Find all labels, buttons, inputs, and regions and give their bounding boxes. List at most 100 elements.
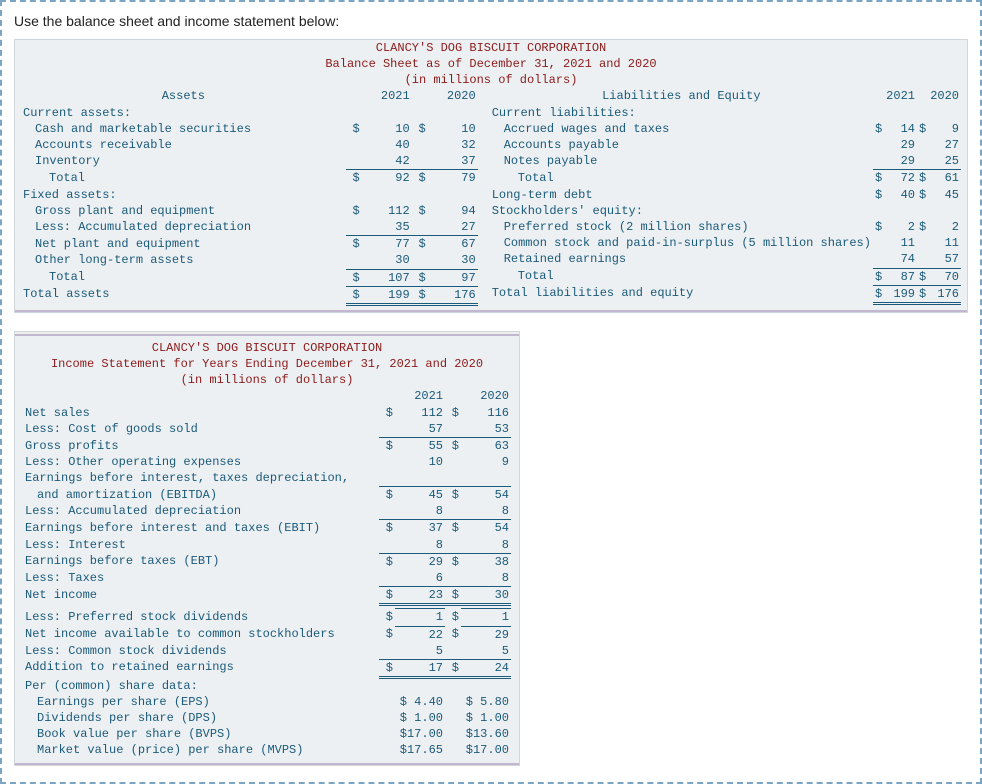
row-value: 9	[928, 121, 961, 137]
row-value: $ 4.40	[395, 694, 445, 710]
row-label: Long-term debt	[490, 187, 873, 203]
row-value: 8	[461, 503, 511, 520]
row-label: Common stock and paid-in-surplus (5 mill…	[490, 235, 873, 251]
current-assets-label: Current assets:	[21, 105, 346, 121]
row-value: 8	[461, 537, 511, 554]
year-2021: 2021	[884, 88, 917, 104]
row-value: 1	[395, 609, 445, 626]
row-label: Total	[21, 269, 346, 286]
year-2021: 2021	[395, 388, 445, 404]
row-value: 61	[928, 170, 961, 187]
current-liab-label: Current liabilities:	[490, 105, 873, 121]
row-label: Book value per share (BVPS)	[23, 726, 379, 742]
row-value: 92	[362, 170, 412, 187]
row-value: 37	[428, 153, 478, 170]
year-2020: 2020	[428, 88, 478, 104]
stockholders-equity-label: Stockholders' equity:	[490, 203, 873, 219]
row-value: 10	[395, 454, 445, 470]
row-value: 30	[461, 587, 511, 605]
row-label: Earnings per share (EPS)	[23, 694, 379, 710]
row-label: Net plant and equipment	[21, 236, 346, 253]
row-value: 35	[362, 219, 412, 236]
row-value: 24	[461, 659, 511, 677]
row-label: Less: Accumulated depreciation	[23, 503, 379, 520]
row-value: $ 5.80	[461, 694, 511, 710]
row-value: 42	[362, 153, 412, 170]
intro-text: Use the balance sheet and income stateme…	[14, 12, 968, 31]
total-assets-label: Total assets	[21, 286, 346, 304]
row-value: 54	[461, 520, 511, 537]
row-label: Net income available to common stockhold…	[23, 626, 379, 643]
row-value: 14	[884, 121, 917, 137]
row-label: Other long-term assets	[21, 252, 346, 269]
row-label: Less: Cost of goods sold	[23, 421, 379, 438]
row-value: 30	[428, 252, 478, 269]
row-label: Gross profits	[23, 438, 379, 455]
row-value: 45	[928, 187, 961, 203]
row-value: 107	[362, 269, 412, 286]
row-value: 199	[884, 285, 917, 303]
row-label: Less: Common stock dividends	[23, 643, 379, 660]
is-title1: CLANCY'S DOG BISCUIT CORPORATION	[15, 340, 519, 356]
row-value: 11	[928, 235, 961, 251]
row-value: 57	[395, 421, 445, 438]
row-value: 199	[362, 286, 412, 304]
row-value: $17.00	[395, 726, 445, 742]
fixed-assets-label: Fixed assets:	[21, 187, 346, 203]
row-value: 29	[461, 626, 511, 643]
row-value: 94	[428, 203, 478, 219]
row-value: 54	[461, 487, 511, 504]
income-statement: CLANCY'S DOG BISCUIT CORPORATION Income …	[14, 331, 520, 766]
liabilities-column: Liabilities and Equity 2021 2020 Current…	[484, 88, 967, 305]
row-value: 79	[428, 170, 478, 187]
row-value: 45	[395, 487, 445, 504]
row-value: 17	[395, 659, 445, 677]
row-value: 29	[395, 553, 445, 570]
row-label: Total	[490, 268, 873, 285]
row-value: 55	[395, 438, 445, 455]
row-value: 2	[884, 219, 917, 235]
row-label: Less: Other operating expenses	[23, 454, 379, 470]
bs-title2: Balance Sheet as of December 31, 2021 an…	[15, 56, 967, 72]
is-title2: Income Statement for Years Ending Decemb…	[15, 356, 519, 372]
row-value: $13.60	[461, 726, 511, 742]
row-value: 10	[362, 121, 412, 137]
row-value: 112	[395, 405, 445, 421]
liab-header: Liabilities and Equity	[490, 88, 873, 104]
year-2020: 2020	[461, 388, 511, 404]
row-label: Earnings before interest, taxes deprecia…	[23, 470, 379, 486]
total-liab-equity-label: Total liabilities and equity	[490, 285, 873, 303]
row-label: Dividends per share (DPS)	[23, 710, 379, 726]
row-label: Gross plant and equipment	[21, 203, 346, 219]
row-value: 97	[428, 269, 478, 286]
row-value: 70	[928, 268, 961, 285]
row-label: and amortization (EBITDA)	[23, 487, 379, 504]
row-value: 72	[884, 170, 917, 187]
row-value: $ 1.00	[461, 710, 511, 726]
row-value: 25	[928, 153, 961, 170]
row-value: 116	[461, 405, 511, 421]
row-value: 30	[362, 252, 412, 269]
year-2020: 2020	[928, 88, 961, 104]
bs-title3: (in millions of dollars)	[15, 72, 967, 88]
assets-column: Assets 2021 2020 Current assets: Cash an…	[15, 88, 484, 305]
bs-title1: CLANCY'S DOG BISCUIT CORPORATION	[15, 40, 967, 56]
row-label: Less: Preferred stock dividends	[23, 609, 379, 626]
row-value: 176	[428, 286, 478, 304]
row-value: 5	[461, 643, 511, 660]
year-2021: 2021	[362, 88, 412, 104]
row-label: Total	[490, 170, 873, 187]
row-value: 22	[395, 626, 445, 643]
row-label: Notes payable	[490, 153, 873, 170]
row-label: Earnings before taxes (EBT)	[23, 553, 379, 570]
row-label: Retained earnings	[490, 251, 873, 268]
row-label: Market value (price) per share (MVPS)	[23, 742, 379, 758]
row-label: Inventory	[21, 153, 346, 170]
row-value: 8	[395, 503, 445, 520]
row-label: Net income	[23, 587, 379, 605]
row-value: $17.65	[395, 742, 445, 758]
row-value: 5	[395, 643, 445, 660]
row-value: 29	[884, 153, 917, 170]
row-value: 63	[461, 438, 511, 455]
row-value: 57	[928, 251, 961, 268]
